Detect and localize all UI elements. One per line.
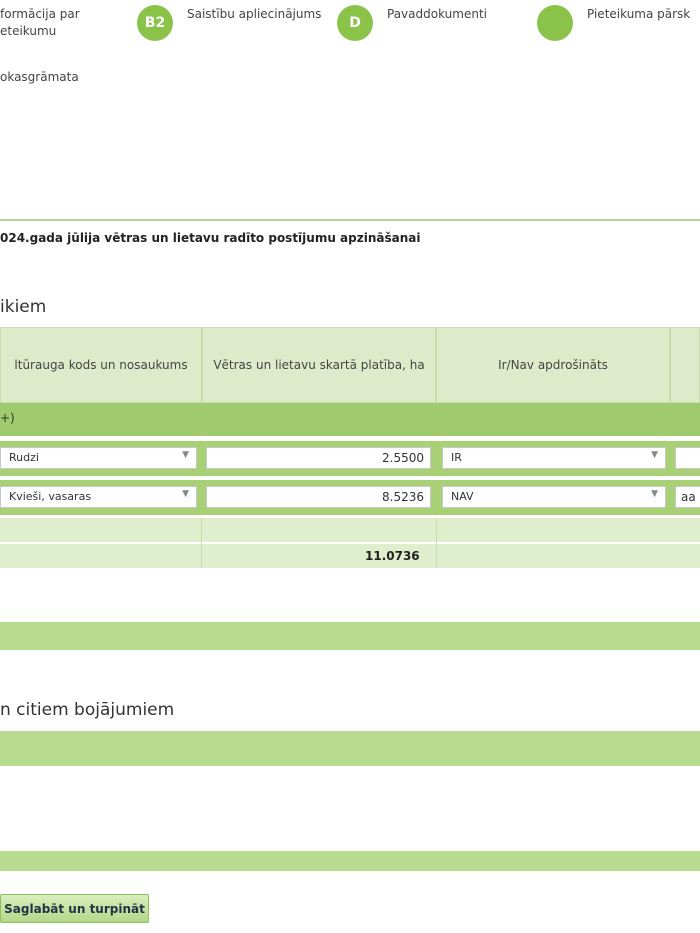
chevron-down-icon: ▼: [182, 489, 189, 499]
header-divider: [0, 219, 700, 221]
crop-select[interactable]: Rudzi ▼: [0, 447, 197, 469]
column-divider: [201, 518, 202, 568]
insured-select-value: NAV: [451, 490, 474, 503]
area-input[interactable]: 8.5236: [206, 486, 431, 508]
insured-select[interactable]: NAV ▼: [442, 486, 666, 508]
page-heading: 024.gada jūlija vētras un lietavu radīto…: [0, 231, 421, 245]
step-a-label-line2: eteikumu: [0, 24, 57, 38]
column-header-crop-text: ltūrauga kods un nosaukums: [14, 357, 188, 372]
table-spacer-row: [0, 518, 700, 542]
section-title-crops: ikiem: [0, 297, 47, 317]
chevron-down-icon: ▼: [651, 450, 658, 460]
table-total-row: 11.0736: [0, 544, 700, 568]
extra-input[interactable]: [675, 447, 700, 469]
step-a-label-line1: formācija par: [0, 7, 80, 21]
column-divider: [436, 518, 437, 568]
footer-bar: [0, 851, 700, 871]
insured-select-value: IR: [451, 451, 462, 464]
save-continue-button[interactable]: Saglabāt un turpināt: [0, 894, 149, 923]
extra-input[interactable]: aa: [675, 486, 700, 508]
step-d-label[interactable]: Pavaddokumenti: [387, 6, 487, 23]
column-header-extra: [670, 327, 700, 403]
group-toggle-label[interactable]: +): [0, 411, 15, 425]
area-input[interactable]: 2.5500: [206, 447, 431, 469]
section-title-other-damage: n citiem bojājumiem: [0, 700, 175, 720]
insured-select[interactable]: IR ▼: [442, 447, 666, 469]
other-damage-header-bar[interactable]: [0, 731, 700, 766]
crops-table: ltūrauga kods un nosaukums Vētras un lie…: [0, 327, 700, 568]
column-header-area-text: Vētras un lietavu skartā platība, ha: [213, 357, 425, 372]
step-a-label[interactable]: formācija par eteikumu: [0, 6, 80, 40]
total-area-value: 11.0736: [365, 549, 420, 563]
table-row: Kvieši, vasaras ▼ 8.5236 NAV ▼ aa: [0, 480, 700, 515]
column-header-crop: ltūrauga kods un nosaukums: [0, 327, 202, 403]
step-d-badge[interactable]: D: [337, 5, 373, 41]
crop-select-value: Rudzi: [9, 451, 39, 464]
table-group-row[interactable]: +): [0, 403, 700, 436]
column-header-insured: Ir/Nav apdrošināts: [436, 327, 670, 403]
chevron-down-icon: ▼: [182, 450, 189, 460]
table-row: Rudzi ▼ 2.5500 IR ▼: [0, 441, 700, 476]
step-review-badge[interactable]: [537, 5, 573, 41]
step-b2-label[interactable]: Saistību apliecinājums: [187, 6, 321, 23]
step-review-label[interactable]: Pieteikuma pārsk: [587, 6, 690, 23]
step-logbook-label[interactable]: okasgrāmata: [0, 69, 79, 86]
column-header-insured-text: Ir/Nav apdrošināts: [498, 357, 608, 372]
column-header-area: Vētras un lietavu skartā platība, ha: [202, 327, 436, 403]
chevron-down-icon: ▼: [651, 489, 658, 499]
crop-select[interactable]: Kvieši, vasaras ▼: [0, 486, 197, 508]
collapsed-section-bar[interactable]: [0, 622, 700, 650]
step-b2-badge[interactable]: B2: [137, 5, 173, 41]
crop-select-value: Kvieši, vasaras: [9, 490, 92, 503]
